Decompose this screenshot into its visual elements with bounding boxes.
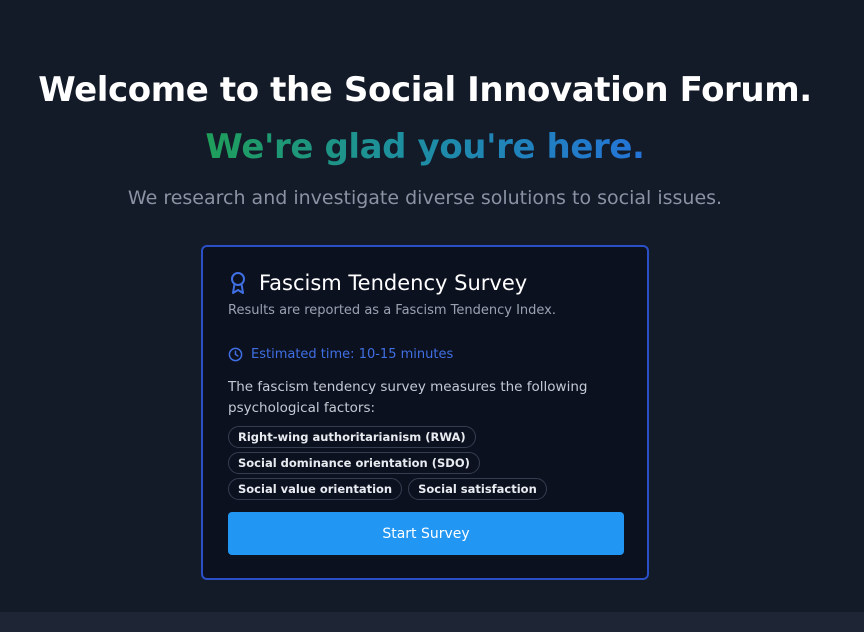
hero-subtitle: We're glad you're here.: [0, 127, 850, 167]
estimated-time-text: Estimated time: 10-15 minutes: [251, 347, 454, 362]
survey-title: Fascism Tendency Survey: [259, 271, 528, 295]
survey-card-header: Fascism Tendency Survey: [228, 271, 527, 295]
factor-tag-social-satisfaction: Social satisfaction: [408, 478, 547, 500]
award-ribbon-icon: [228, 271, 248, 295]
factor-tags: Right-wing authoritarianism (RWA) Social…: [228, 426, 628, 500]
survey-card: Fascism Tendency Survey Results are repo…: [201, 245, 649, 580]
tagline: We research and investigate diverse solu…: [127, 187, 723, 209]
factor-tag-sdo: Social dominance orientation (SDO): [228, 452, 480, 474]
landing-page: Welcome to the Social Innovation Forum. …: [0, 0, 864, 632]
start-survey-button[interactable]: Start Survey: [228, 512, 624, 555]
clock-icon: [228, 347, 243, 362]
survey-description: Results are reported as a Fascism Tenden…: [228, 303, 556, 318]
footer-bar: [0, 612, 864, 632]
hero-subtitle-text: We're glad you're here.: [205, 127, 645, 167]
factor-tag-rwa: Right-wing authoritarianism (RWA): [228, 426, 476, 448]
estimated-time: Estimated time: 10-15 minutes: [228, 347, 453, 362]
hero-title: Welcome to the Social Innovation Forum.: [38, 70, 812, 110]
factors-intro: The fascism tendency survey measures the…: [228, 379, 588, 416]
factor-tag-social-value-orientation: Social value orientation: [228, 478, 403, 500]
